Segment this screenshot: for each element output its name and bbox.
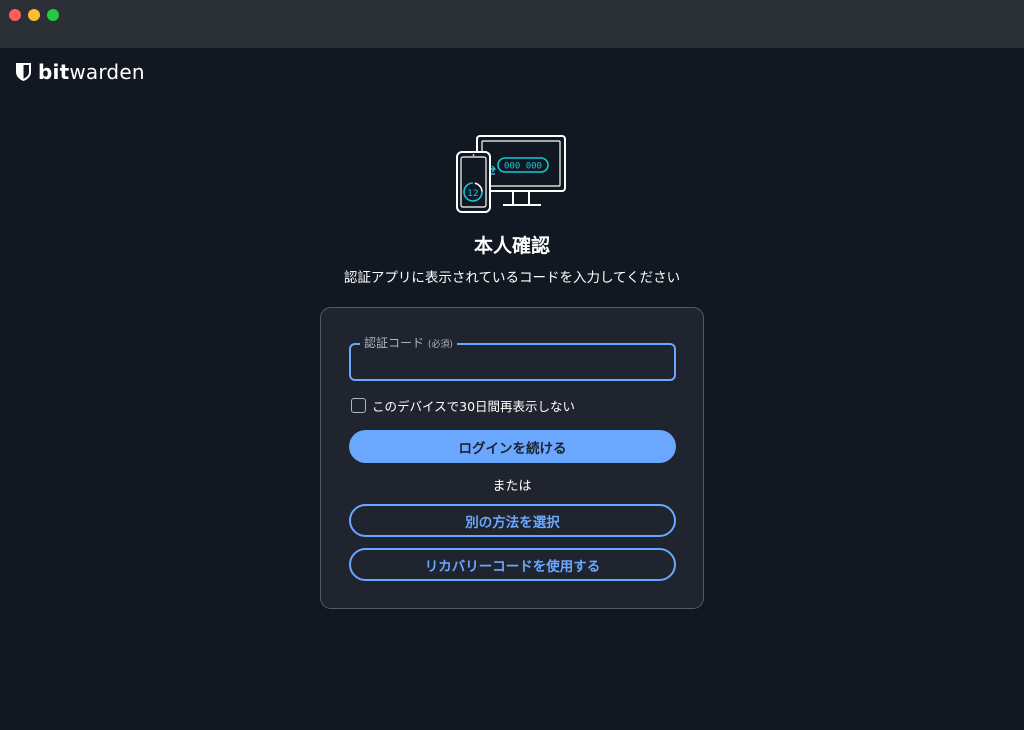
page-title: 本人確認 [473,235,550,257]
verification-code-field[interactable]: 認証コード (必須) [349,335,676,381]
or-divider-text: または [492,479,532,494]
continue-login-button[interactable]: ログインを続ける [349,430,676,463]
window-maximize-button[interactable] [47,9,59,21]
shield-icon [16,63,31,81]
page-subtitle: 認証アプリに表示されているコードを入力してください [343,270,681,286]
illustration-code: 000 000 [504,162,542,172]
brand-logo: bitwarden [15,60,145,84]
choose-another-method-button[interactable]: 別の方法を選択 [349,504,676,537]
illustration-timer: 12 [467,189,478,199]
two-factor-devices-icon: 000 000 12 [456,135,566,213]
remember-device-label: このデバイスで30日間再表示しない [372,399,576,414]
window-close-button[interactable] [9,9,21,21]
use-recovery-code-button[interactable]: リカバリーコードを使用する [349,548,676,581]
remember-device-checkbox[interactable] [351,398,366,413]
verification-code-input[interactable] [351,345,674,379]
verification-card: 認証コード (必須) このデバイスで30日間再表示しない ログインを続ける また… [320,307,704,609]
remember-device[interactable]: このデバイスで30日間再表示しない [351,396,575,415]
brand-wordmark: bitwarden [38,60,145,84]
window-minimize-button[interactable] [28,9,40,21]
window-titlebar [0,0,1024,48]
